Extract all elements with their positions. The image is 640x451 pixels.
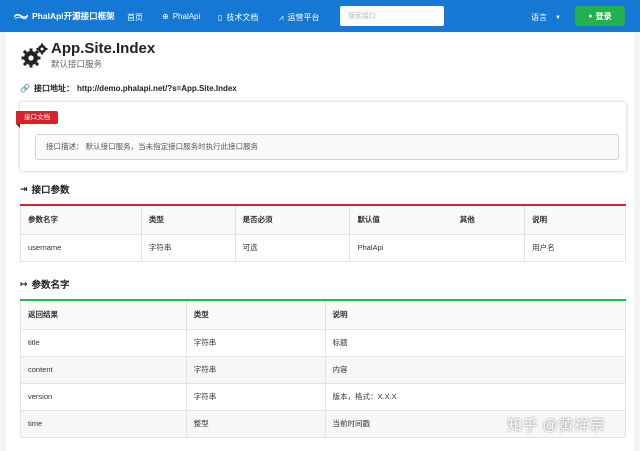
link-icon: 🔗: [20, 84, 30, 93]
col-header-result: 返回结果: [20, 299, 187, 330]
api-url-value[interactable]: http://demo.phalapi.net/?s=App.Site.Inde…: [77, 84, 237, 93]
cell-result-name: content: [20, 355, 187, 384]
table-header-row: 参数名字 类型 是否必须 默认值 其他 说明: [20, 204, 626, 235]
col-header-type: 类型: [185, 299, 326, 330]
col-header-other: 其他: [452, 204, 526, 235]
sign-out-icon: ↦: [20, 278, 28, 289]
params-table: 参数名字 类型 是否必须 默认值 其他 说明 username 字符串 可选 P…: [20, 204, 626, 262]
nav-ops-label: 运营平台: [287, 13, 320, 22]
col-header-required: 是否必须: [234, 204, 351, 235]
return-section-label: 参数名字: [31, 280, 70, 291]
api-url-line: 🔗 接口地址： http://demo.phalapi.net/?s=App.S…: [20, 83, 237, 94]
cell-result-desc: 版本，格式：X.X.X: [324, 382, 626, 411]
params-section-label: 接口参数: [31, 185, 70, 196]
col-header-desc: 说明: [524, 204, 626, 235]
language-label: 语言: [531, 13, 547, 22]
cell-result-desc: 内容: [324, 355, 626, 384]
return-section-title: ↦ 参数名字: [20, 277, 70, 292]
language-dropdown[interactable]: 语言 ▼: [531, 12, 561, 23]
cell-result-type: 字符串: [185, 355, 326, 384]
table-header-row: 返回结果 类型 说明: [20, 299, 626, 330]
col-header-type: 类型: [140, 204, 236, 235]
logo-icon: [14, 13, 28, 20]
col-header-default: 默认值: [349, 204, 453, 235]
caret-down-icon: ▼: [555, 14, 561, 21]
cell-result-type: 字符串: [185, 382, 326, 411]
table-row: title 字符串 标题: [20, 328, 626, 357]
cell-param-type: 字符串: [140, 233, 236, 262]
nav-phalapi[interactable]: ⊕ PhalApi: [162, 12, 200, 21]
table-row: content 字符串 内容: [20, 355, 626, 384]
cell-result-name: title: [20, 328, 187, 357]
top-navbar: PhalApi开源接口框架 首页 ⊕ PhalApi ▯ 技术文档 ⩘ 运营平台…: [0, 0, 640, 32]
table-row: version 字符串 版本，格式：X.X.X: [20, 382, 626, 411]
page-subtitle: 默认接口服务: [51, 59, 103, 69]
api-description: 接口描述： 默认接口服务，当未指定接口服务时执行此接口服务: [35, 134, 619, 160]
api-url-label: 接口地址：: [33, 84, 74, 93]
cell-param-required: 可选: [234, 233, 351, 262]
chart-icon: ⩘: [279, 12, 284, 22]
cell-result-type: 字符串: [185, 328, 326, 357]
watermark-text: 知乎 @黄祥宗: [507, 417, 605, 434]
nav-home[interactable]: 首页: [127, 12, 143, 23]
login-label: 登录: [595, 11, 612, 21]
nav-phalapi-label: PhalApi: [172, 12, 201, 21]
cell-param-default: PhalApi: [349, 233, 453, 262]
login-button[interactable]: ● 登录: [575, 6, 625, 26]
user-icon: ●: [588, 12, 593, 20]
nav-ops[interactable]: ⩘ 运营平台: [279, 12, 320, 23]
table-row: username 字符串 可选 PhalApi 用户名: [20, 233, 626, 262]
cell-result-type: 整型: [185, 409, 326, 438]
search-input[interactable]: [340, 6, 444, 26]
col-header-desc: 说明: [324, 299, 626, 330]
gears-icon: [21, 43, 48, 68]
brand-title: PhalApi开源接口框架: [32, 11, 115, 21]
col-header-name: 参数名字: [20, 204, 142, 235]
nav-docs[interactable]: ▯ 技术文档: [218, 12, 258, 23]
cell-param-desc: 用户名: [524, 233, 626, 262]
sign-in-icon: ⇥: [20, 183, 28, 194]
doc-panel: 接口文档 接口描述： 默认接口服务，当未指定接口服务时执行此接口服务: [16, 102, 626, 171]
doc-ribbon-label: 接口文档: [16, 111, 58, 128]
nav-home-label: 首页: [127, 13, 143, 22]
params-section-title: ⇥ 接口参数: [20, 182, 70, 197]
cell-param-other: [452, 233, 526, 262]
cell-result-desc: 标题: [324, 328, 626, 357]
globe-icon: ⊕: [162, 12, 169, 21]
cell-param-name: username: [20, 233, 142, 262]
brand-link[interactable]: PhalApi开源接口框架: [14, 10, 115, 22]
nav-docs-label: 技术文档: [226, 13, 259, 22]
file-icon: ▯: [218, 13, 223, 22]
cell-result-name: version: [20, 382, 187, 411]
cell-result-name: time: [20, 409, 187, 438]
page-title: App.Site.Index: [51, 40, 156, 57]
